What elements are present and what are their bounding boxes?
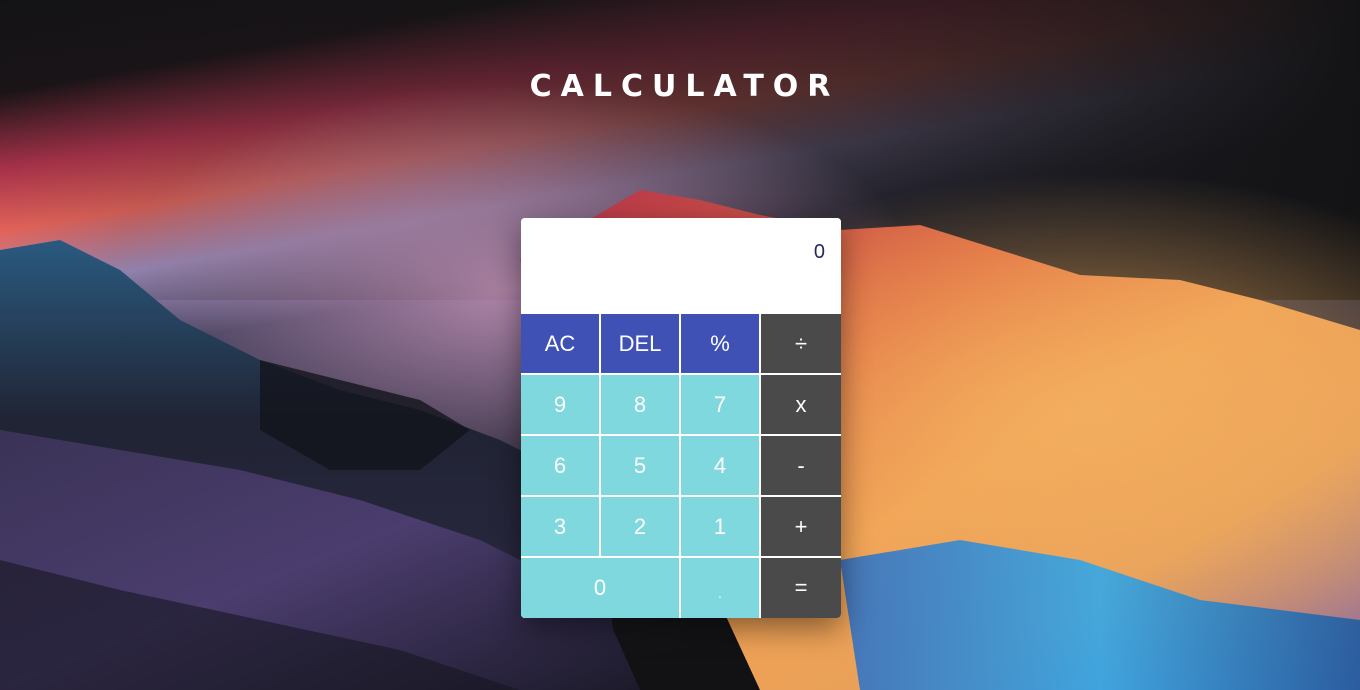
decimal-point-button[interactable]: .	[681, 558, 761, 618]
digit-5-button[interactable]: 5	[601, 436, 681, 497]
delete-button[interactable]: DEL	[601, 314, 681, 375]
digit-3-button[interactable]: 3	[521, 497, 601, 558]
display-value: 0	[813, 241, 825, 263]
calculator-display: 0	[521, 218, 841, 314]
digit-6-button[interactable]: 6	[521, 436, 601, 497]
digit-8-button[interactable]: 8	[601, 375, 681, 436]
digit-9-button[interactable]: 9	[521, 375, 601, 436]
digit-0-button[interactable]: 0	[521, 558, 681, 618]
calculator: 0 AC DEL % ÷ 9 8 7 x 6 5 4 - 3 2 1 + 0 .…	[521, 218, 841, 618]
clear-button[interactable]: AC	[521, 314, 601, 375]
digit-1-button[interactable]: 1	[681, 497, 761, 558]
keypad: AC DEL % ÷ 9 8 7 x 6 5 4 - 3 2 1 + 0 . =	[521, 314, 841, 618]
equals-button[interactable]: =	[761, 558, 841, 618]
add-button[interactable]: +	[761, 497, 841, 558]
multiply-button[interactable]: x	[761, 375, 841, 436]
divide-button[interactable]: ÷	[761, 314, 841, 375]
page-title: CALCULATOR	[529, 69, 840, 104]
digit-2-button[interactable]: 2	[601, 497, 681, 558]
calculator-page: CALCULATOR 0 AC DEL % ÷ 9 8 7 x 6 5 4 - …	[0, 0, 1360, 690]
subtract-button[interactable]: -	[761, 436, 841, 497]
digit-4-button[interactable]: 4	[681, 436, 761, 497]
digit-7-button[interactable]: 7	[681, 375, 761, 436]
percent-button[interactable]: %	[681, 314, 761, 375]
